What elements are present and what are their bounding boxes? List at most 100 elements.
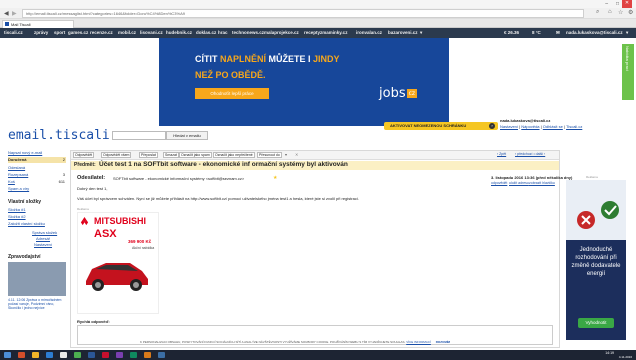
- minimize-button[interactable]: –: [605, 1, 608, 7]
- taskbar-app-icon[interactable]: [18, 352, 25, 358]
- create-folder-link[interactable]: Založit vlastní složku: [8, 221, 45, 226]
- tab-strip: Mail Tiscali: [0, 19, 636, 28]
- new-mail-link[interactable]: Napsat nový e-mail: [8, 150, 42, 155]
- close-window-button[interactable]: ✕: [622, 0, 632, 8]
- taskbar-app-icon[interactable]: [60, 352, 67, 358]
- move-to-select[interactable]: Přesunout do: [257, 152, 282, 158]
- message-pane: Odpovědět Odpovědět všem Přeposlat Smaza…: [70, 150, 572, 348]
- back-link[interactable]: ‹ Zpět: [497, 152, 506, 156]
- reply-link[interactable]: odpovědět: [491, 181, 507, 185]
- mark-unread-button[interactable]: Označit jako nepřečtené: [213, 152, 255, 158]
- logout-link[interactable]: Odhlásit se: [543, 124, 563, 129]
- jobs-side-tab[interactable]: Nabídka prací: [622, 44, 634, 100]
- news-title: Zpravodajství: [8, 254, 41, 260]
- taskbar-app-icon[interactable]: [116, 352, 123, 358]
- menu-item[interactable]: technonews.cz: [232, 30, 264, 35]
- user-menu-icon[interactable]: ▾: [626, 30, 628, 36]
- close-icon[interactable]: ✕: [295, 152, 298, 157]
- folder-sent[interactable]: Odeslaná: [8, 165, 66, 170]
- menu-item[interactable]: tiscali.cz: [4, 30, 23, 35]
- folder-drafts[interactable]: Rozepsaná 3: [8, 172, 66, 177]
- mail-icon[interactable]: ✉: [556, 30, 560, 36]
- favorite-star-icon[interactable]: ★: [273, 175, 277, 181]
- gear-icon[interactable]: ⚙: [628, 9, 633, 16]
- user-account[interactable]: nada.lukaskova@tiscali.cz: [566, 30, 623, 35]
- home-icon[interactable]: ⌂: [608, 9, 612, 15]
- energy-ad[interactable]: Jednoduché rozhodování při změně dodavat…: [566, 180, 626, 340]
- browser-icon[interactable]: [46, 352, 53, 358]
- sender-address[interactable]: SOFTbit software - ekonomické informační…: [113, 176, 244, 181]
- manage-folders-link[interactable]: Správa složek: [32, 230, 57, 235]
- mark-spam-button[interactable]: Označit jako spam: [179, 152, 212, 158]
- menu-item[interactable]: hrac: [218, 30, 228, 35]
- cookie-info-link[interactable]: VÍCE INFORMACÍ: [406, 340, 431, 344]
- menu-item[interactable]: recenze.cz: [90, 30, 113, 35]
- maximize-button[interactable]: □: [616, 1, 619, 7]
- taskbar-app-icon[interactable]: [88, 352, 95, 358]
- folder-sidebar: Napsat nový e-mail Doručená 2 Odeslaná R…: [8, 150, 66, 340]
- save-address-link[interactable]: uložit adresu: [509, 181, 529, 185]
- prev-next-link[interactable]: ‹ předchozí • další ›: [515, 152, 545, 156]
- menu-item[interactable]: bazaroveni.cz: [388, 30, 418, 35]
- banner-ad[interactable]: CÍTIT NAPLNĚNÍ MŮŽETE I JINDY NEŽ PO OBĚ…: [159, 38, 449, 126]
- back-arrow-icon[interactable]: ◀: [4, 10, 9, 17]
- taskbar-app-icon[interactable]: [158, 352, 165, 358]
- favicon-icon: [5, 22, 9, 26]
- more-menu-icon[interactable]: ▾: [420, 30, 422, 36]
- folder-icon[interactable]: [32, 352, 39, 358]
- cookie-ok-button[interactable]: ROZUMÍM: [436, 340, 450, 344]
- menu-item[interactable]: ironvalan.cz: [356, 30, 382, 35]
- taskbar-app-icon[interactable]: [144, 352, 151, 358]
- user-email: nada.lukaskova@tiscali.cz: [500, 118, 551, 123]
- start-icon[interactable]: [4, 352, 11, 358]
- activate-mailbox-button[interactable]: AKTIVOVAT NEOMEZENOU SCHRÁNKU ›: [384, 122, 498, 130]
- url-field[interactable]: http://email.tiscali.cz/messaglist.html?…: [22, 9, 584, 18]
- os-taskbar: 14:19 4.11.2016: [0, 350, 636, 360]
- menu-item[interactable]: mobil.cz: [118, 30, 136, 35]
- folder-custom-2[interactable]: Složka #2: [8, 214, 26, 219]
- energy-ad-image: [566, 180, 626, 240]
- menu-item[interactable]: hudebnik.cz: [166, 30, 192, 35]
- search-button[interactable]: Hledat v emailu: [166, 131, 208, 140]
- energy-ad-button[interactable]: Vyhodnotit: [578, 318, 614, 328]
- forward-button[interactable]: Přeposlat: [139, 152, 158, 158]
- folder-custom-1[interactable]: Složka #1: [8, 207, 26, 212]
- search-icon[interactable]: ⌕: [596, 9, 599, 16]
- folder-trash[interactable]: Koš 611: [8, 179, 66, 184]
- tiscali-link[interactable]: Tiscali.cz: [566, 124, 582, 129]
- menu-item[interactable]: zprávy: [34, 30, 48, 35]
- menu-item[interactable]: sport: [54, 30, 65, 35]
- menu-item[interactable]: lisovani.cz: [140, 30, 163, 35]
- banner-cta-button[interactable]: Ohodnoťit lepší práce: [195, 88, 269, 99]
- taskbar-app-icon[interactable]: [102, 352, 109, 358]
- message-subject: Účet test 1 na SOFTbit software - ekonom…: [99, 161, 348, 168]
- menu-item[interactable]: malaprojekce.cz: [264, 30, 299, 35]
- search-input[interactable]: [112, 131, 166, 140]
- menu-item[interactable]: doklas.cz: [196, 30, 216, 35]
- subject-label: Předmět:: [74, 162, 96, 168]
- settings-sidebar-link[interactable]: Nastavení: [34, 242, 52, 247]
- news-caption[interactable]: 4.11. 12:06 Zpráva o mimořádném počasí v…: [8, 298, 66, 310]
- move-dropdown-icon[interactable]: ▾: [285, 152, 287, 157]
- tab-mail-tiscali[interactable]: Mail Tiscali: [2, 20, 74, 28]
- body-text: Váš účet byl správcem schválen. Nyní se …: [77, 196, 359, 201]
- settings-link[interactable]: Nastavení: [500, 124, 518, 129]
- help-link[interactable]: Nápověda: [521, 124, 539, 129]
- menu-item[interactable]: receptyzmaminky.cz: [304, 30, 347, 35]
- reply-button[interactable]: Odpovědět: [73, 152, 95, 158]
- taskbar-app-icon[interactable]: [130, 352, 137, 358]
- arrow-right-icon: ›: [489, 123, 495, 129]
- menu-item[interactable]: games.cz: [68, 30, 88, 35]
- news-thumbnail[interactable]: [8, 262, 66, 296]
- mitsubishi-ad[interactable]: MITSUBISHI ASX 369 900 Kč Akční nabídka: [77, 212, 159, 314]
- reply-all-button[interactable]: Odpovědět všem: [101, 152, 132, 158]
- message-toolbar: Odpovědět Odpovědět všem Přeposlat Smaza…: [71, 151, 559, 160]
- delete-button[interactable]: Smazat: [163, 152, 179, 158]
- star-icon[interactable]: ☆: [618, 9, 623, 16]
- forward-arrow-icon[interactable]: ▶: [12, 10, 17, 17]
- folder-spam[interactable]: Spam a viry: [8, 186, 66, 191]
- address-book-link[interactable]: Adresář: [36, 236, 50, 241]
- taskbar-app-icon[interactable]: [74, 352, 81, 358]
- folder-inbox[interactable]: Doručená 2: [8, 157, 66, 163]
- show-headers-link[interactable]: zobrazit hlavičku: [529, 181, 555, 185]
